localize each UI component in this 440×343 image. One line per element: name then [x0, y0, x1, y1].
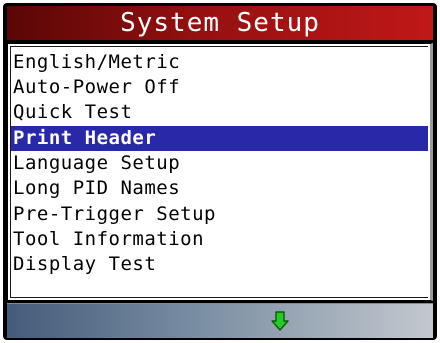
- menu-item-display-test[interactable]: Display Test: [13, 252, 428, 277]
- menu-list: English/Metric Auto-Power Off Quick Test…: [7, 43, 433, 301]
- menu-item-quick-test[interactable]: Quick Test: [13, 100, 428, 125]
- menu-item-tool-information[interactable]: Tool Information: [13, 227, 428, 252]
- status-bar: [7, 303, 433, 338]
- menu-item-pre-trigger-setup[interactable]: Pre-Trigger Setup: [13, 202, 428, 227]
- down-arrow-icon[interactable]: [271, 311, 289, 331]
- menu-item-language-setup[interactable]: Language Setup: [13, 151, 428, 176]
- menu-item-auto-power-off[interactable]: Auto-Power Off: [13, 75, 428, 100]
- menu-item-long-pid-names[interactable]: Long PID Names: [13, 176, 428, 201]
- menu-item-print-header[interactable]: Print Header: [11, 126, 428, 151]
- scan-tool-screen: System Setup English/Metric Auto-Power O…: [3, 3, 437, 340]
- screen-title: System Setup: [7, 6, 433, 40]
- menu-list-frame: English/Metric Auto-Power Off Quick Test…: [10, 46, 428, 298]
- menu-item-english-metric[interactable]: English/Metric: [13, 50, 428, 75]
